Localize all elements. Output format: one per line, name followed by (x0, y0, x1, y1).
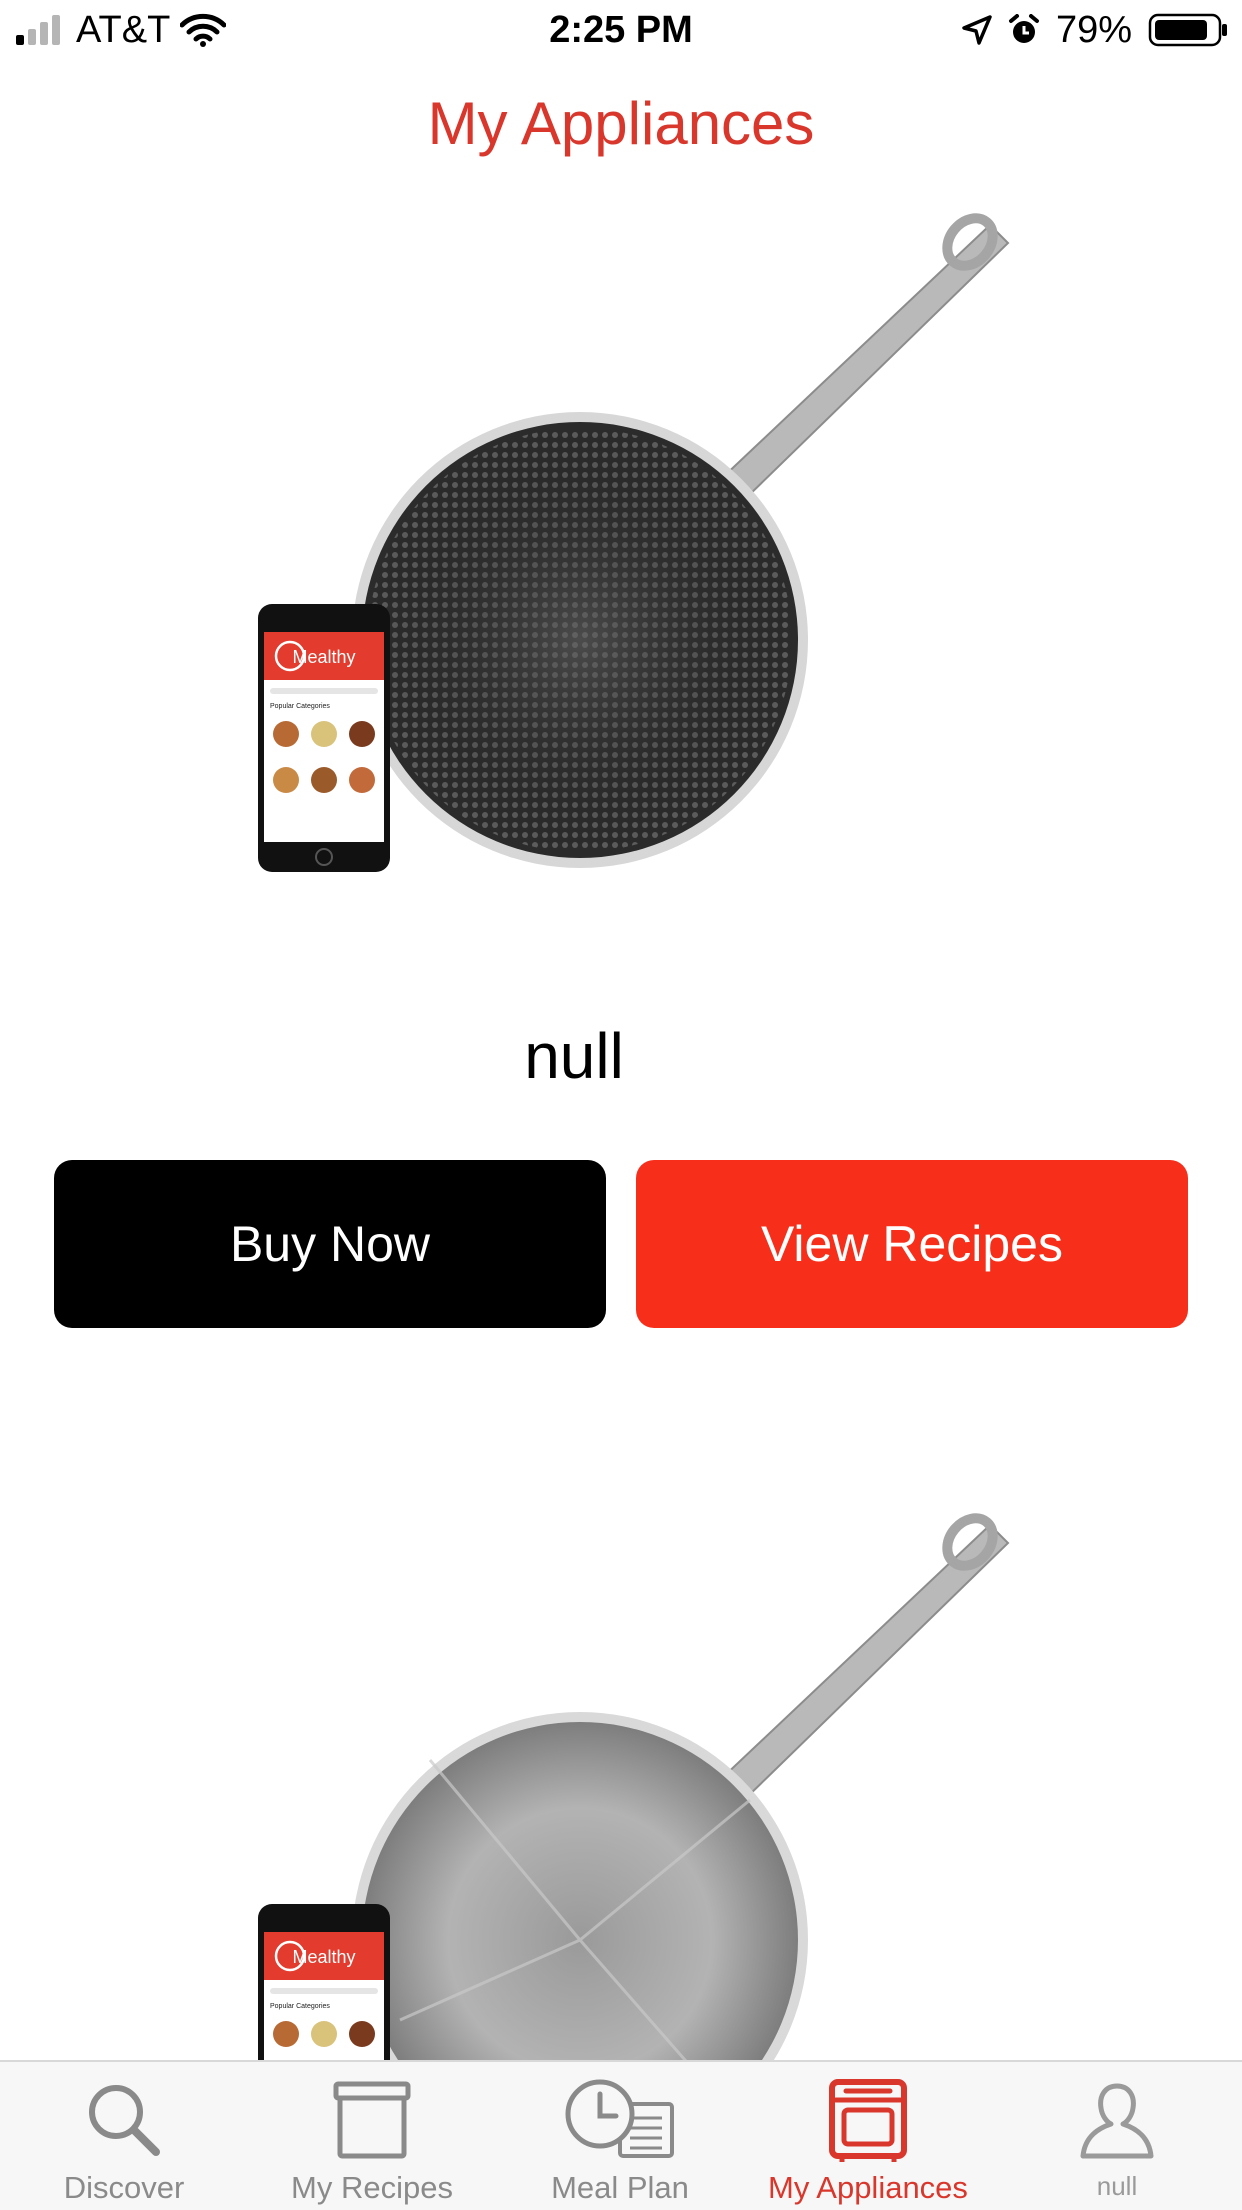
tab-label: Meal Plan (551, 2170, 689, 2205)
phone-app-logo: Mealthy (292, 1947, 355, 1967)
search-icon (89, 2085, 160, 2156)
buy-now-button[interactable]: Buy Now (54, 1160, 606, 1328)
phone-app-logo: Mealthy (292, 647, 355, 667)
appliance-name: null (524, 1020, 624, 1092)
product-image-stainless-pan[interactable]: Mealthy Popular Categories (250, 1500, 1010, 2060)
recipe-box-icon (333, 2081, 411, 2159)
tab-label: null (1096, 2171, 1138, 2201)
tab-my-appliances[interactable]: My Appliances (744, 2062, 992, 2210)
phone-mockup: Mealthy Popular Categories (258, 604, 390, 872)
product-image-nonstick-pan[interactable]: Mealthy Popular Categories (250, 200, 1010, 900)
meal-plan-clock-icon (565, 2079, 674, 2158)
phone-app-section: Popular Categories (270, 703, 330, 710)
tab-label: My Recipes (291, 2170, 453, 2205)
phone-app-section: Popular Categories (270, 2003, 330, 2010)
appliance-card: Mealthy Popular Categories null Buy Now … (0, 0, 1242, 1340)
tab-meal-plan[interactable]: Meal Plan (496, 2062, 744, 2210)
tab-profile[interactable]: null (992, 2062, 1242, 2210)
tab-discover[interactable]: Discover (0, 2062, 248, 2210)
tab-label: Discover (63, 2170, 185, 2205)
appliance-card: Mealthy Popular Categories (0, 1500, 1242, 2060)
phone-mockup: Mealthy Popular Categories (258, 1904, 390, 2060)
tab-label: My Appliances (768, 2170, 968, 2205)
view-recipes-button[interactable]: View Recipes (636, 1160, 1188, 1328)
tab-my-recipes[interactable]: My Recipes (248, 2062, 496, 2210)
tab-bar: Discover My Recipes Meal Plan My Applian… (0, 2060, 1242, 2210)
profile-icon (1080, 2083, 1154, 2159)
oven-icon (829, 2079, 907, 2162)
